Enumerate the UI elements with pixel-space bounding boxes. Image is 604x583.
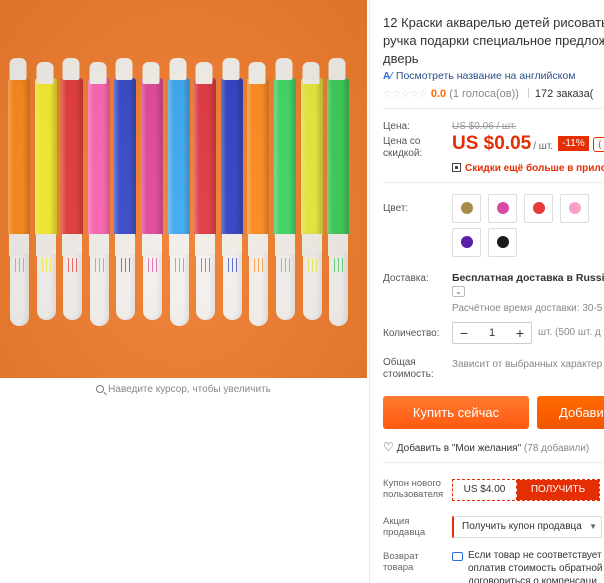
qr-code-icon [452, 163, 461, 172]
discount-badge: -11% [558, 136, 589, 151]
color-swatch[interactable] [488, 194, 517, 223]
swatch-color-dot [461, 236, 473, 248]
return-text: Если товар не соответствует оплатив стои… [468, 549, 602, 583]
orders-count: 172 заказа( [534, 88, 594, 100]
return-line: Если товар не соответствует [468, 550, 602, 561]
swatch-color-dot [533, 202, 545, 214]
image-shade [0, 0, 367, 378]
divider [383, 182, 604, 183]
product-info-panel: 12 Краски акварелью детей рисовать г руч… [383, 0, 604, 583]
rating-row: ☆☆☆☆☆ 0.0 (1 голоса(ов)) 172 заказа( [383, 88, 593, 100]
add-to-cart-button[interactable]: Добави [537, 396, 604, 429]
swatch-color-dot [461, 202, 473, 214]
product-image[interactable] [0, 0, 367, 378]
get-coupon-button[interactable]: ПОЛУЧИТЬ [517, 480, 599, 500]
price-value: US $0.05 [452, 133, 532, 154]
quantity-note: шт. (500 шт. д [538, 327, 601, 338]
english-title-link[interactable]: A⁄ Посмотреть название на английском [383, 70, 575, 82]
zoom-hint-text: Наведите курсор, чтобы увеличить [108, 384, 271, 395]
magnifier-icon [96, 385, 105, 393]
price-label: Цена: [383, 121, 410, 132]
swatch-color-dot [497, 202, 509, 214]
color-swatch[interactable] [488, 228, 517, 257]
coin-badge: ( [592, 137, 604, 152]
quantity-label: Количество: [383, 328, 440, 339]
color-label: Цвет: [383, 203, 409, 214]
rating-value: 0.0 [430, 88, 447, 100]
color-swatch[interactable] [452, 194, 481, 223]
price-unit: / шт. [533, 141, 554, 152]
return-label: Возврат товара [383, 551, 419, 573]
new-user-coupon-label: Купон нового пользователя [383, 478, 444, 500]
quantity-stepper: − 1 + [452, 322, 532, 344]
swatch-color-dot [497, 236, 509, 248]
return-line: оплатив стоимость обратной [468, 563, 603, 574]
shipping-label: Доставка: [383, 273, 429, 284]
rating-separator [527, 88, 529, 98]
coupon-value: US $4.00 [453, 480, 517, 500]
seller-promo-label: Акция продавца [383, 516, 426, 538]
total-label: Общая стоимость: [383, 357, 434, 380]
return-line: договориться о компенсаци [468, 576, 597, 583]
total-note: Зависит от выбранных характер [452, 359, 603, 370]
shipping-dropdown[interactable]: ⌄ [452, 286, 465, 297]
seller-coupon-select[interactable]: Получить купон продавца ▼ [452, 516, 602, 538]
color-swatch[interactable] [524, 194, 553, 223]
quantity-minus-button[interactable]: − [453, 323, 475, 343]
rating-stars: ☆☆☆☆☆ [383, 89, 428, 100]
title-line: дверь [383, 51, 419, 66]
english-link-text: Посмотреть название на английском [395, 70, 576, 82]
wishlist-text: Добавить в "Мои желания" [396, 443, 522, 454]
new-user-coupon: US $4.00 ПОЛУЧИТЬ [452, 479, 600, 501]
discount-price-label: Цена со скидкой: [383, 136, 423, 159]
seller-coupon-text: Получить купон продавца [462, 521, 582, 532]
buy-now-button[interactable]: Купить сейчас [383, 396, 529, 429]
rating-count[interactable]: (1 голоса(ов)) [449, 88, 519, 100]
app-promo-text: Скидки ещё больше в прилож [465, 163, 604, 174]
heart-icon: ♡ [383, 440, 394, 454]
title-line: 12 Краски акварелью детей рисовать г [383, 15, 604, 30]
wishlist-count: (78 добавили) [523, 443, 590, 454]
divider [383, 462, 604, 463]
swatch-color-dot [569, 202, 581, 214]
current-price: US $0.05/ шт. -11%( [452, 133, 604, 155]
zoom-hint: Наведите курсор, чтобы увеличить [0, 378, 367, 402]
return-info-icon [452, 552, 463, 561]
divider [383, 108, 604, 109]
quantity-plus-button[interactable]: + [509, 323, 531, 343]
chevron-down-icon: ▼ [589, 522, 597, 531]
panel-divider [369, 0, 370, 583]
product-title: 12 Краски акварелью детей рисовать г руч… [383, 14, 604, 68]
shipping-text: Бесплатная доставка в Russian [452, 272, 604, 284]
translate-icon: A⁄ [383, 71, 392, 82]
app-promo[interactable]: Скидки ещё больше в прилож [452, 163, 604, 174]
quantity-input[interactable]: 1 [475, 323, 509, 343]
wishlist-link[interactable]: ♡ Добавить в "Мои желания" (78 добавили) [383, 440, 589, 454]
title-line: ручка подарки специальное предложе [383, 33, 604, 48]
color-swatch[interactable] [560, 194, 589, 223]
delivery-time: Расчётное время доставки: 30-5 [452, 303, 603, 314]
color-swatch[interactable] [452, 228, 481, 257]
old-price: US $0.06 / шт. [452, 121, 517, 132]
